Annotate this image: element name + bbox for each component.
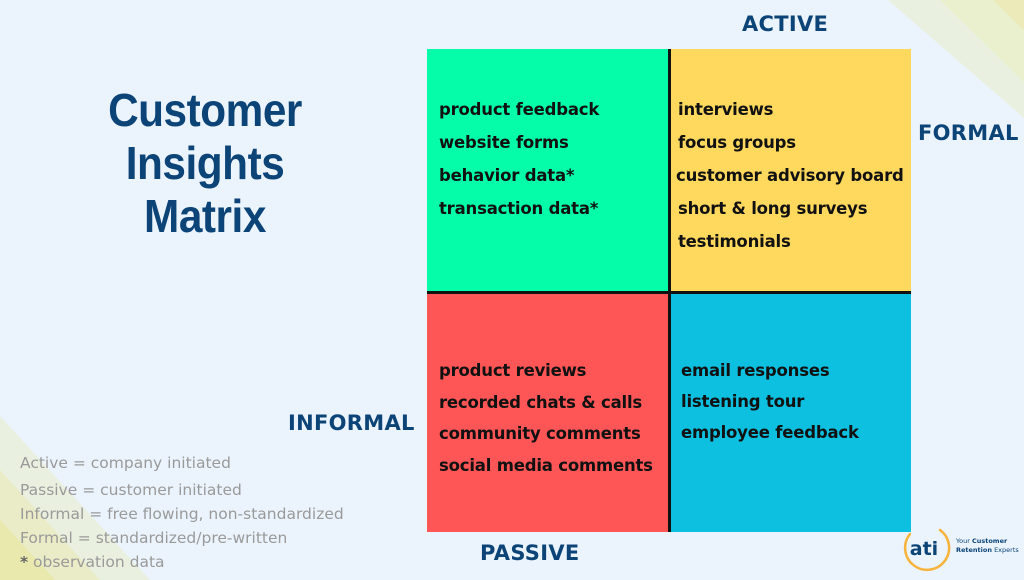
- list-item: community comments: [439, 424, 641, 443]
- quadrant-item-list: product feedback website forms behavior …: [439, 93, 599, 225]
- quadrant-active-informal: product feedback website forms behavior …: [427, 49, 670, 293]
- tagline-plain-2: Experts: [992, 546, 1019, 554]
- quadrant-passive-informal: product reviews recorded chats & calls c…: [427, 293, 670, 532]
- quadrant-item-list: interviews focus groups customer advisor…: [676, 93, 904, 258]
- list-item: website forms: [439, 133, 569, 152]
- list-item: interviews: [678, 100, 774, 119]
- tagline-bold-1: Customer: [971, 537, 1008, 545]
- list-item: focus groups: [678, 133, 796, 152]
- asterisk-icon: *: [20, 553, 29, 571]
- list-item: listening tour: [681, 392, 805, 411]
- title-line-2: Insights: [125, 137, 285, 189]
- list-item: social media comments: [439, 455, 653, 475]
- list-item: behavior data*: [439, 166, 575, 185]
- axis-label-active: ACTIVE: [742, 12, 829, 36]
- list-item: testimonials: [678, 232, 791, 251]
- list-item: recorded chats & calls: [439, 392, 643, 412]
- legend-active: Active = company initiated: [20, 454, 231, 472]
- list-item: short & long surveys: [678, 199, 868, 218]
- quadrant-passive-formal: email responses listening tour employee …: [670, 293, 911, 532]
- quadrant-active-formal: interviews focus groups customer advisor…: [670, 49, 911, 293]
- list-item: email responses: [681, 361, 830, 380]
- quadrant-item-list: product reviews recorded chats & calls c…: [439, 355, 653, 481]
- horizontal-divider: [427, 291, 911, 294]
- insights-matrix: product feedback website forms behavior …: [427, 49, 911, 532]
- logo-tagline: Your Customer Retention Experts: [956, 537, 1019, 555]
- legend: Active = company initiated Passive = cus…: [20, 451, 344, 574]
- page-title: Customer Insights Matrix: [81, 84, 329, 243]
- title-line-1: Customer: [108, 84, 302, 136]
- axis-label-passive: PASSIVE: [480, 541, 580, 565]
- tagline-bold-2: Retention: [956, 546, 992, 554]
- list-item: product reviews: [439, 361, 587, 380]
- list-item: customer advisory board: [676, 166, 904, 185]
- ati-logo: ati Your Customer Retention Experts: [900, 522, 1024, 580]
- quadrant-item-list: email responses listening tour employee …: [681, 355, 859, 448]
- legend-formal: Formal = standardized/pre-written: [20, 529, 288, 547]
- list-item: employee feedback: [681, 423, 859, 442]
- axis-label-formal: FORMAL: [918, 121, 1019, 145]
- legend-informal: Informal = free flowing, non-standardize…: [20, 505, 344, 523]
- ati-logo-mark-icon: ati: [903, 528, 951, 572]
- axis-label-informal: INFORMAL: [288, 411, 415, 435]
- legend-passive: Passive = customer initiated: [20, 481, 242, 499]
- list-item: product feedback: [439, 100, 600, 119]
- title-line-3: Matrix: [144, 190, 266, 242]
- logo-mark-text: ati: [910, 538, 938, 560]
- list-item: transaction data*: [439, 199, 599, 218]
- legend-observation: * observation data: [20, 550, 344, 574]
- tagline-plain-1: Your: [956, 537, 972, 545]
- legend-observation-text: observation data: [28, 553, 165, 571]
